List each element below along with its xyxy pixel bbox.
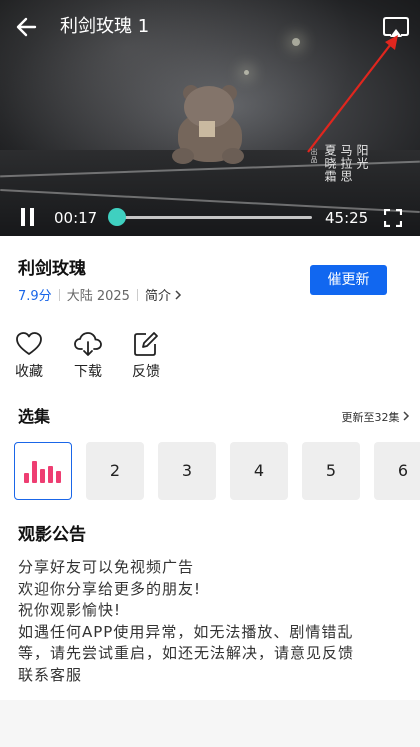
update-status: 更新至32集 [341, 411, 400, 424]
chevron-right-icon [175, 290, 182, 300]
favorite-button[interactable]: 收藏 [11, 331, 47, 381]
playing-bars-icon [24, 461, 64, 483]
chevron-right-icon [403, 411, 410, 421]
episodes-title: 选集 [18, 407, 51, 426]
annotation-arrow [307, 35, 398, 153]
current-time: 00:17 [54, 209, 98, 227]
teddy-bear-patch [199, 121, 215, 137]
divider [136, 289, 138, 301]
fullscreen-icon[interactable] [383, 208, 403, 228]
update-status-link[interactable]: 更新至32集 [342, 410, 411, 426]
download-label: 下载 [74, 364, 102, 380]
notice-title: 观影公告 [18, 525, 86, 545]
bear-leg [172, 148, 194, 164]
total-time: 45:25 [325, 209, 369, 227]
detail-panel: 利剑玫瑰 7.9分 大陆 2025 简介 催更新 收藏 下载 反馈 选集 更新至32… [0, 236, 420, 700]
feedback-label: 反馈 [132, 364, 160, 380]
notice-line: 联系客服 [18, 665, 83, 684]
back-arrow-icon[interactable] [14, 14, 40, 40]
notice-line: 欢迎你分享给更多的朋友! [18, 579, 202, 598]
episode-4[interactable]: 4 [230, 442, 288, 500]
intro-link[interactable]: 简介 [145, 289, 182, 304]
progress-track[interactable] [116, 216, 312, 219]
episode-3[interactable]: 3 [158, 442, 216, 500]
cloud-download-icon [74, 332, 102, 356]
episode-1[interactable] [14, 442, 72, 500]
episode-2[interactable]: 2 [86, 442, 144, 500]
pause-icon[interactable] [18, 206, 38, 228]
episode-5[interactable]: 5 [302, 442, 360, 500]
show-title: 利剑玫瑰 [18, 259, 86, 279]
notice-line: 等，请先尝试重启，如还无法解决，请意见反馈 [18, 644, 355, 662]
notice-text: 分享好友可以免视频广告 欢迎你分享给更多的朋友! 祝你观影愉快! 如遇任何APP… [18, 557, 410, 686]
video-title: 利剑玫瑰 1 [60, 16, 150, 37]
divider [58, 289, 60, 301]
region: 大陆 [66, 289, 93, 304]
intro-label: 简介 [144, 289, 171, 304]
street-lamp [244, 70, 249, 75]
feedback-button[interactable]: 反馈 [128, 331, 164, 381]
favorite-label: 收藏 [15, 364, 43, 380]
video-player[interactable]: 阳光 马拉思 夏晓霜 出品 利剑玫瑰 1 00:17 45:25 [0, 0, 420, 236]
show-meta: 7.9分 大陆 2025 简介 [18, 288, 182, 306]
bear-leg [222, 148, 244, 164]
episode-6[interactable]: 6 [374, 442, 420, 500]
download-button[interactable]: 下载 [70, 331, 106, 381]
notice-line: 如遇任何APP使用异常，如无法播放、剧情错乱 [18, 622, 354, 641]
notice-line: 分享好友可以免视频广告 [18, 558, 195, 576]
notice-line: 祝你观影愉快! [18, 601, 122, 619]
year: 2025 [96, 289, 130, 304]
score: 7.9分 [18, 289, 52, 304]
urge-update-button[interactable]: 催更新 [310, 265, 387, 295]
edit-icon [134, 332, 158, 356]
heart-icon [16, 332, 42, 355]
street-lamp [292, 38, 300, 46]
